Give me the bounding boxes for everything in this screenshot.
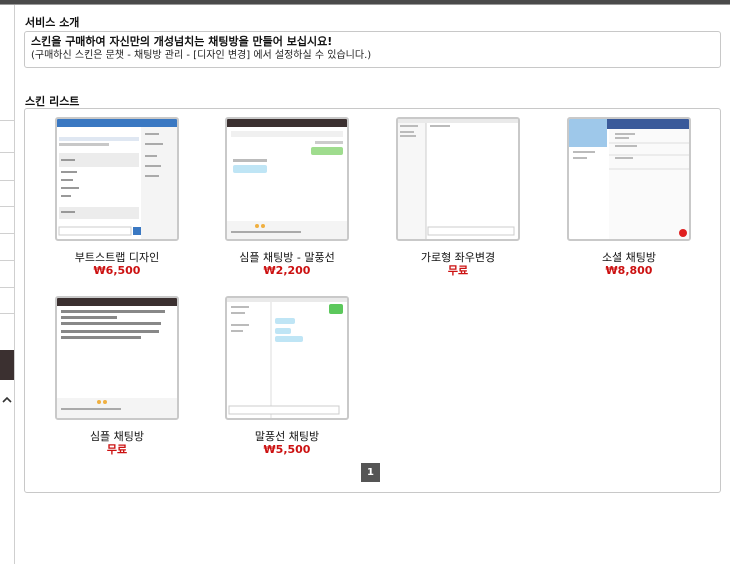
skin-card[interactable]: 말풍선 채팅방 ₩5,500 xyxy=(207,296,367,456)
skin-card[interactable]: 심플 채팅방 - 말풍선 ₩2,200 xyxy=(207,117,367,277)
intro-box: 스킨을 구매하여 자신만의 개성넘치는 채팅방을 만들어 보십시요! (구매하신… xyxy=(24,31,721,68)
sidebar-divider xyxy=(0,152,14,153)
sidebar-item-active[interactable] xyxy=(0,350,14,380)
skin-name[interactable]: 심플 채팅방 xyxy=(37,430,197,443)
skin-name[interactable]: 심플 채팅방 - 말풍선 xyxy=(207,251,367,264)
skin-price: ₩2,200 xyxy=(263,264,311,277)
sidebar-divider xyxy=(0,206,14,207)
skin-name[interactable]: 가로형 좌우변경 xyxy=(378,251,538,264)
skin-name[interactable]: 부트스트랩 디자인 xyxy=(37,251,197,264)
skin-thumbnail[interactable] xyxy=(225,117,349,241)
sidebar-divider xyxy=(0,233,14,234)
skin-thumbnail[interactable] xyxy=(567,117,691,241)
sidebar-divider xyxy=(0,313,14,314)
skin-card[interactable]: 가로형 좌우변경 무료 xyxy=(378,117,538,277)
skin-price: 무료 xyxy=(447,264,469,277)
intro-section-title: 서비스 소개 xyxy=(25,16,80,29)
page-button-current[interactable]: 1 xyxy=(361,463,380,482)
skin-card[interactable]: 소셜 채팅방 ₩8,800 xyxy=(549,117,709,277)
skin-name[interactable]: 소셜 채팅방 xyxy=(549,251,709,264)
intro-description: (구매하신 스킨은 문챗 - 채팅방 관리 - [디자인 변경] 에서 설정하실… xyxy=(31,50,372,61)
skin-price: ₩8,800 xyxy=(605,264,653,277)
intro-headline: 스킨을 구매하여 자신만의 개성넘치는 채팅방을 만들어 보십시요! xyxy=(31,35,333,48)
skin-thumbnail[interactable] xyxy=(55,296,179,420)
left-sidebar xyxy=(0,5,15,564)
skin-price: ₩5,500 xyxy=(263,443,311,456)
skin-thumbnail[interactable] xyxy=(55,117,179,241)
chevron-up-icon[interactable] xyxy=(0,391,14,409)
sidebar-divider xyxy=(0,180,14,181)
skin-card[interactable]: 심플 채팅방 무료 xyxy=(37,296,197,456)
skin-price: 무료 xyxy=(106,443,128,456)
sidebar-divider xyxy=(0,287,14,288)
skin-thumbnail[interactable] xyxy=(225,296,349,420)
skin-name[interactable]: 말풍선 채팅방 xyxy=(207,430,367,443)
skin-list-title: 스킨 리스트 xyxy=(25,95,80,108)
sidebar-divider xyxy=(0,120,14,121)
top-bar xyxy=(0,0,730,5)
skin-price: ₩6,500 xyxy=(93,264,141,277)
skin-card[interactable]: 부트스트랩 디자인 ₩6,500 xyxy=(37,117,197,277)
sidebar-divider xyxy=(0,260,14,261)
skin-thumbnail[interactable] xyxy=(396,117,520,241)
